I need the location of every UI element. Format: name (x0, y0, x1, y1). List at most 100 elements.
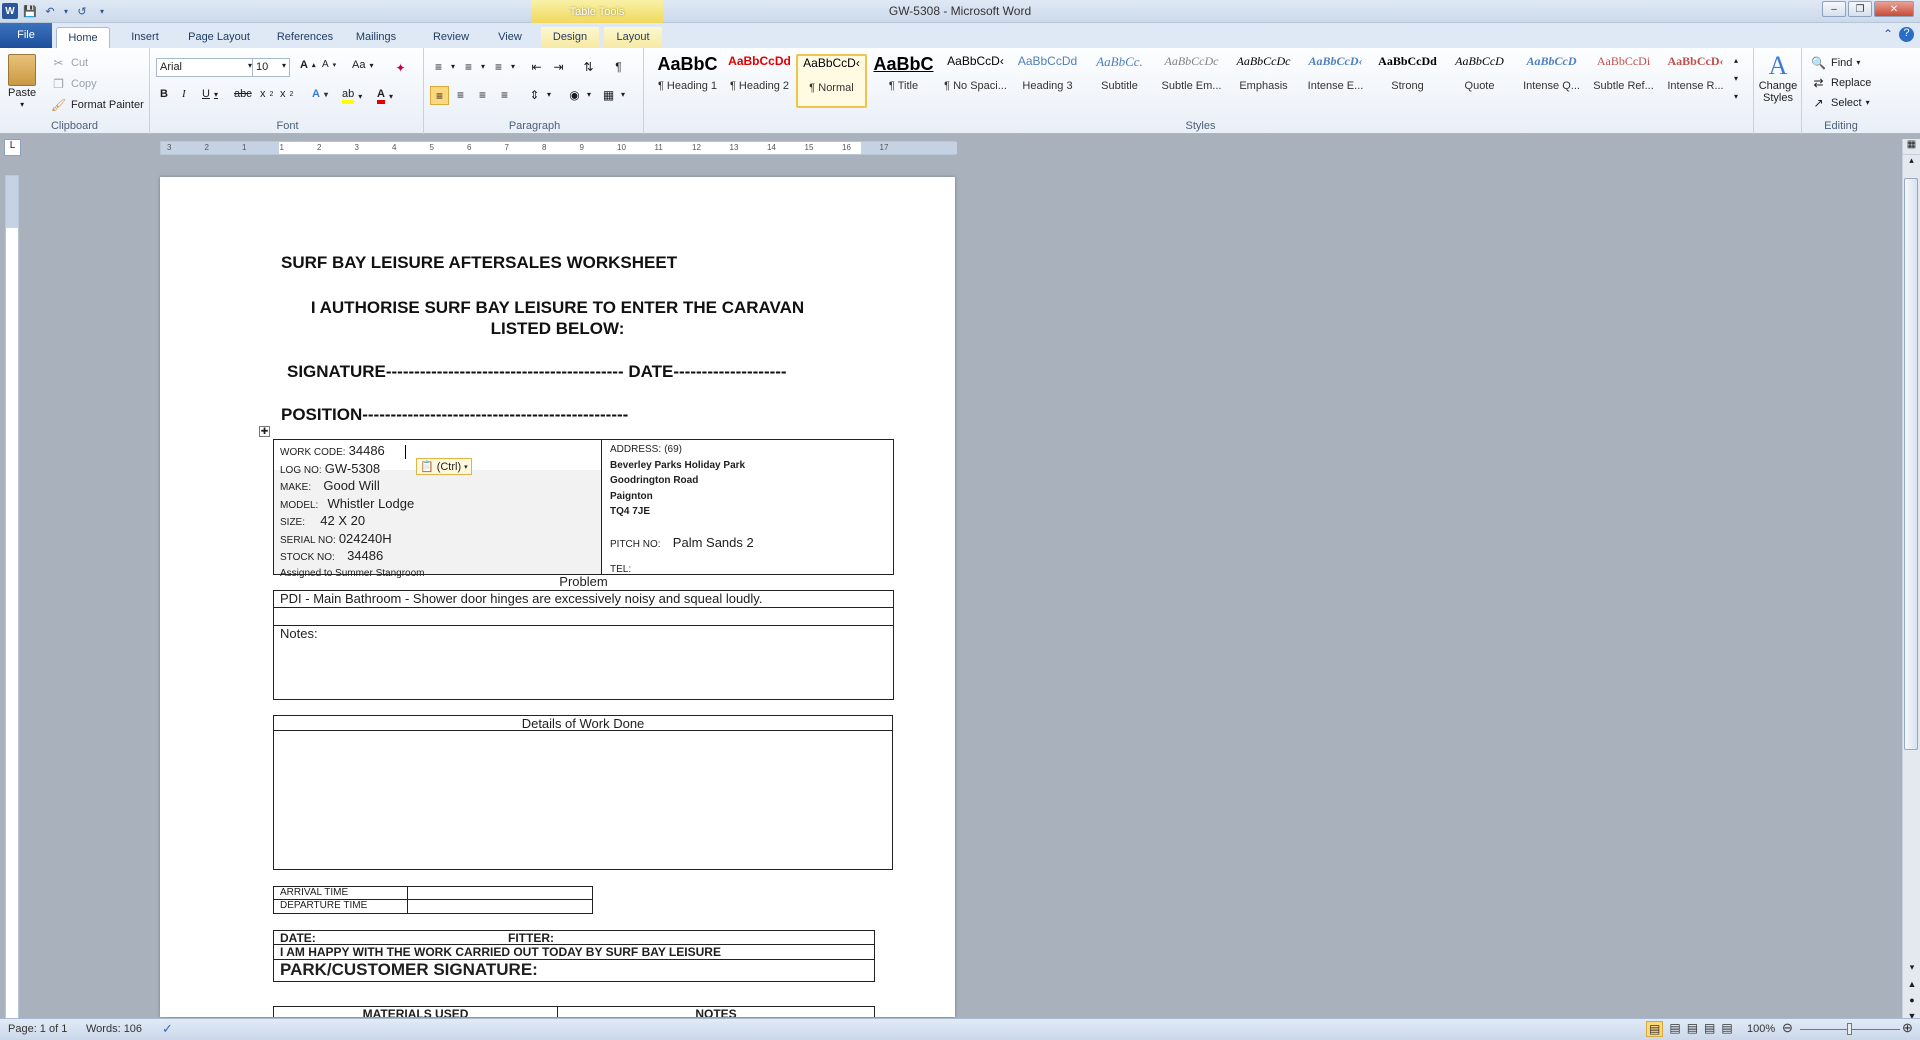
tab-page-layout[interactable]: Page Layout (181, 27, 257, 48)
zoom-in-icon[interactable]: ⊕ (1902, 1020, 1913, 1036)
collapse-ribbon-icon[interactable]: ⌃ (1883, 27, 1893, 42)
align-left-button[interactable]: ≡ (430, 86, 449, 105)
vertical-ruler[interactable] (5, 175, 19, 1025)
numbering-button[interactable]: ≡ ▾ (460, 58, 485, 75)
draft-view-icon[interactable]: ▤ (1721, 1021, 1732, 1037)
tab-insert[interactable]: Insert (121, 27, 169, 48)
select-button[interactable]: ↗ Select ▾ (1810, 94, 1869, 111)
grow-font-button[interactable]: A ▴ (300, 59, 315, 71)
cut-button[interactable]: ✂ Cut (50, 54, 88, 71)
scroll-thumb[interactable] (1904, 178, 1918, 750)
word-count[interactable]: Words: 106 (86, 1023, 142, 1035)
tab-mailings[interactable]: Mailings (345, 27, 407, 48)
customer-signature-label[interactable]: PARK/CUSTOMER SIGNATURE: (274, 960, 874, 980)
font-size-combo[interactable]: 10 ▾ (252, 58, 290, 77)
style-intense-r[interactable]: AaBbCcD‹ Intense R... (1660, 54, 1731, 108)
align-right-button[interactable]: ≡ (474, 86, 491, 103)
zoom-out-icon[interactable]: ⊖ (1782, 1020, 1793, 1036)
style-emphasis[interactable]: AaBbCcDc Emphasis (1228, 54, 1299, 108)
justify-button[interactable]: ≡ (496, 86, 513, 103)
outline-view-icon[interactable]: ▤ (1704, 1021, 1715, 1037)
arrival-time-value[interactable] (408, 887, 592, 899)
subscript-button[interactable]: x2 (260, 88, 273, 100)
tab-design[interactable]: Design (541, 27, 599, 48)
change-case-button[interactable]: Aa ▾ (352, 59, 373, 71)
style-title[interactable]: AaBbC ¶ Title (868, 54, 939, 108)
print-layout-view-icon[interactable]: ▤ (1646, 1021, 1664, 1037)
underline-button[interactable]: U ▾ (202, 88, 218, 100)
style-intense-q[interactable]: AaBbCcD Intense Q... (1516, 54, 1587, 108)
tab-layout[interactable]: Layout (604, 27, 662, 48)
sort-button[interactable]: ⇅ (580, 58, 597, 75)
shading-button[interactable]: ◉ ▾ (566, 86, 591, 103)
tab-selector[interactable]: L (4, 139, 21, 156)
scroll-up-arrow-icon[interactable]: ▴ (1903, 155, 1920, 171)
style-subtle-ref[interactable]: AaBbCcDi Subtle Ref... (1588, 54, 1659, 108)
zoom-slider[interactable] (1800, 1023, 1900, 1035)
style-quote[interactable]: AaBbCcD Quote (1444, 54, 1515, 108)
paste-options-button[interactable]: 📋 (Ctrl) ▾ (416, 458, 472, 475)
web-layout-icon[interactable]: ▤ (1687, 1021, 1698, 1037)
page-count[interactable]: Page: 1 of 1 (8, 1023, 67, 1035)
minimize-button[interactable]: – (1822, 1, 1846, 17)
shrink-font-button[interactable]: A ▾ (322, 59, 336, 70)
style-intense-e[interactable]: AaBbCcD‹ Intense E... (1300, 54, 1371, 108)
increase-indent-button[interactable]: ⇥ (550, 58, 567, 75)
strikethrough-button[interactable]: abc (234, 88, 252, 100)
decrease-indent-button[interactable]: ⇤ (528, 58, 545, 75)
table-move-handle-icon[interactable]: ✚ (259, 426, 270, 437)
tab-view[interactable]: View (490, 27, 530, 48)
superscript-button[interactable]: x2 (280, 88, 293, 100)
font-name-combo[interactable]: Arial ▾ (156, 58, 256, 77)
multilevel-list-button[interactable]: ≡ ▾ (490, 58, 515, 75)
line-spacing-button[interactable]: ⇕ ▾ (526, 86, 551, 103)
highlight-button[interactable]: ab ▾ (342, 88, 362, 104)
full-screen-reading-icon[interactable]: ▤ (1669, 1021, 1680, 1037)
scroll-down-arrow-icon[interactable]: ▾ (1903, 962, 1920, 973)
help-icon[interactable]: ? (1899, 27, 1914, 42)
style-no-spaci[interactable]: AaBbCcD‹ ¶ No Spaci... (940, 54, 1011, 108)
font-color-button[interactable]: A ▾ (377, 88, 393, 104)
problem-text[interactable]: PDI - Main Bathroom - Shower door hinges… (274, 591, 893, 608)
style-strong[interactable]: AaBbCcDd Strong (1372, 54, 1443, 108)
problem-blank-row[interactable] (274, 608, 893, 626)
zoom-slider-thumb[interactable] (1847, 1023, 1852, 1035)
notes-label[interactable]: Notes: (274, 626, 893, 641)
restore-button[interactable]: ❐ (1848, 1, 1872, 17)
previous-page-icon[interactable]: ▲ (1903, 979, 1920, 989)
clear-formatting-button[interactable]: ✦ (392, 59, 409, 76)
horizontal-ruler[interactable]: 3 2 1 1 2 3 4 5 6 7 8 9 10 11 12 13 14 15 16 17 (160, 141, 957, 155)
text-effects-button[interactable]: A ▾ (312, 88, 328, 100)
fitter-label[interactable]: FITTER: (508, 931, 874, 945)
proofing-icon[interactable]: ✓ (162, 1021, 173, 1037)
paste-button[interactable]: Paste ▾ (8, 54, 36, 109)
date-label[interactable]: DATE: (274, 931, 508, 945)
style-heading-1[interactable]: AaBbC ¶ Heading 1 (652, 54, 723, 108)
gallery-more[interactable]: ▾ (1734, 92, 1738, 101)
replace-button[interactable]: ⇄ Replace (1810, 74, 1871, 91)
ruler-toggle-icon[interactable]: ▦ (1903, 139, 1920, 155)
change-styles-button[interactable]: A Change Styles (1756, 52, 1800, 105)
close-button[interactable]: ✕ (1874, 1, 1914, 17)
find-button[interactable]: 🔍 Find ▾ (1810, 54, 1860, 71)
document-page[interactable]: SURF BAY LEISURE AFTERSALES WORKSHEET I … (160, 177, 955, 1017)
style-heading-2[interactable]: AaBbCcDd ¶ Heading 2 (724, 54, 795, 108)
style-heading-3[interactable]: AaBbCcDd Heading 3 (1012, 54, 1083, 108)
style-subtitle[interactable]: AaBbCc. Subtitle (1084, 54, 1155, 108)
tab-file[interactable]: File (0, 23, 52, 48)
tab-references[interactable]: References (270, 27, 340, 48)
tab-home[interactable]: Home (56, 27, 110, 48)
select-browse-object-icon[interactable]: ● (1903, 995, 1920, 1005)
bold-button[interactable]: B (160, 88, 168, 100)
italic-button[interactable]: I (182, 88, 186, 100)
gallery-scroll-down[interactable]: ▾ (1734, 74, 1738, 83)
style-normal[interactable]: AaBbCcD‹ ¶ Normal (796, 54, 867, 108)
gallery-scroll-up[interactable]: ▴ (1734, 56, 1738, 65)
address-cell[interactable]: ADDRESS: (69) Beverley Parks Holiday Par… (602, 440, 893, 575)
show-formatting-button[interactable]: ¶ (610, 58, 627, 75)
copy-button[interactable]: ❐ Copy (50, 75, 97, 92)
style-subtle-em[interactable]: AaBbCcDc Subtle Em... (1156, 54, 1227, 108)
zoom-level[interactable]: 100% (1747, 1023, 1775, 1035)
tab-review[interactable]: Review (425, 27, 477, 48)
borders-button[interactable]: ▦ ▾ (600, 86, 625, 103)
